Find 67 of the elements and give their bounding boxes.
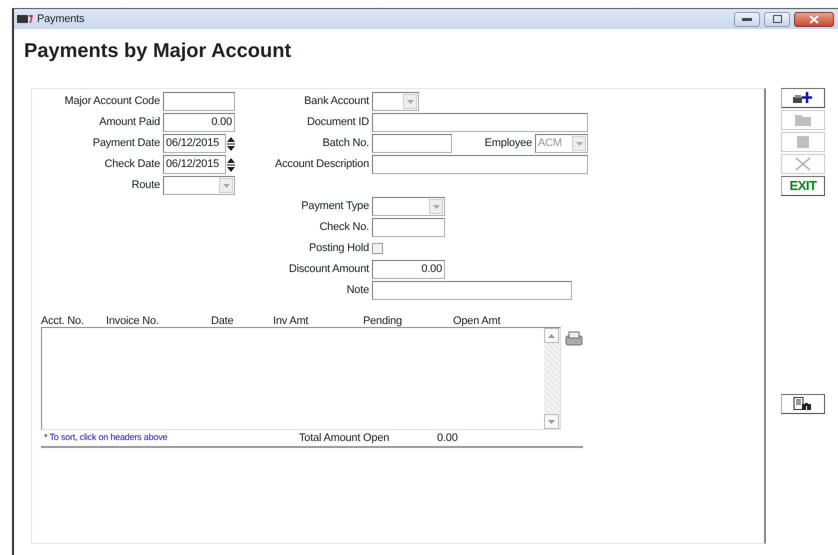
field-label: Note: [346, 283, 370, 298]
field-label: Route: [130, 178, 161, 194]
document-binoculars-icon: [793, 397, 813, 411]
column-header[interactable]: Invoice No.: [106, 315, 159, 327]
maximize-icon: [772, 15, 782, 23]
scroll-up-button[interactable]: [544, 328, 559, 343]
field-label: Major Account Code: [64, 94, 161, 110]
field-label: Posting Hold: [308, 241, 370, 256]
field-label: Payment Type: [300, 199, 370, 214]
dropdown-field[interactable]: [372, 197, 445, 216]
input-field[interactable]: [163, 92, 235, 111]
dropdown-arrow-icon: [406, 100, 414, 104]
printer-icon[interactable]: [565, 331, 583, 346]
scroll-down-button[interactable]: [544, 414, 559, 429]
input-field[interactable]: 0.00: [372, 260, 445, 279]
column-header[interactable]: Acct. No.: [41, 315, 84, 327]
down-arrow-icon: [548, 420, 555, 424]
folder-icon: [795, 114, 811, 126]
up-arrow-icon: [548, 334, 555, 338]
field-label: Amount Paid: [98, 115, 161, 130]
field-label: Batch No.: [321, 136, 370, 152]
checkbox[interactable]: [372, 243, 383, 254]
spin-arrows-icon[interactable]: [227, 134, 235, 152]
input-field[interactable]: [372, 218, 445, 237]
minimize-icon: [742, 18, 752, 20]
dropdown-arrow-icon: [432, 204, 440, 208]
field-label: Account Description: [274, 157, 370, 172]
spin-arrows-icon[interactable]: [227, 156, 235, 174]
close-icon: [809, 14, 819, 24]
minimize-button[interactable]: [734, 12, 760, 26]
close-icon: [795, 157, 811, 171]
new-button[interactable]: [781, 88, 825, 108]
field-label: Document ID: [306, 115, 370, 130]
dropdown-arrow-icon: [222, 184, 230, 188]
column-header[interactable]: Inv Amt: [273, 315, 308, 327]
page-heading: Payments by Major Account: [24, 39, 292, 64]
scrollbar[interactable]: [544, 328, 560, 429]
input-field[interactable]: [372, 281, 572, 300]
field-label: Bank Account: [303, 94, 370, 110]
column-header[interactable]: Pending: [363, 315, 402, 327]
field-label: Discount Amount: [288, 262, 370, 278]
close-button[interactable]: [794, 12, 834, 26]
column-header[interactable]: Date: [211, 315, 234, 327]
field-label: Check Date: [104, 157, 161, 172]
maximize-button[interactable]: [764, 12, 790, 26]
dropdown-arrow-icon: [576, 142, 582, 146]
input-field[interactable]: [372, 155, 588, 174]
sort-hint: * To sort, click on headers above: [43, 431, 168, 444]
square-icon: [797, 136, 809, 148]
field-label: Payment Date: [92, 136, 161, 152]
dropdown-field[interactable]: [372, 92, 419, 111]
new-record-icon: [792, 92, 814, 104]
date-field[interactable]: 06/12/2015: [163, 134, 226, 153]
total-value: 0.00: [437, 430, 458, 446]
field-label: Check No.: [318, 220, 370, 236]
total-label: Total Amount Open: [299, 430, 390, 446]
input-field[interactable]: [372, 134, 452, 153]
exit-button[interactable]: EXIT: [781, 176, 825, 196]
date-field[interactable]: 06/12/2015: [163, 155, 226, 174]
column-header[interactable]: Open Amt: [453, 315, 500, 327]
field-label: Employee: [484, 136, 533, 152]
dropdown-field[interactable]: [163, 176, 235, 195]
window-title: Payments: [37, 12, 84, 27]
find-button[interactable]: [781, 394, 825, 414]
app-icon: [17, 14, 33, 24]
input-field[interactable]: [372, 113, 588, 132]
input-field[interactable]: 0.00: [163, 113, 235, 132]
